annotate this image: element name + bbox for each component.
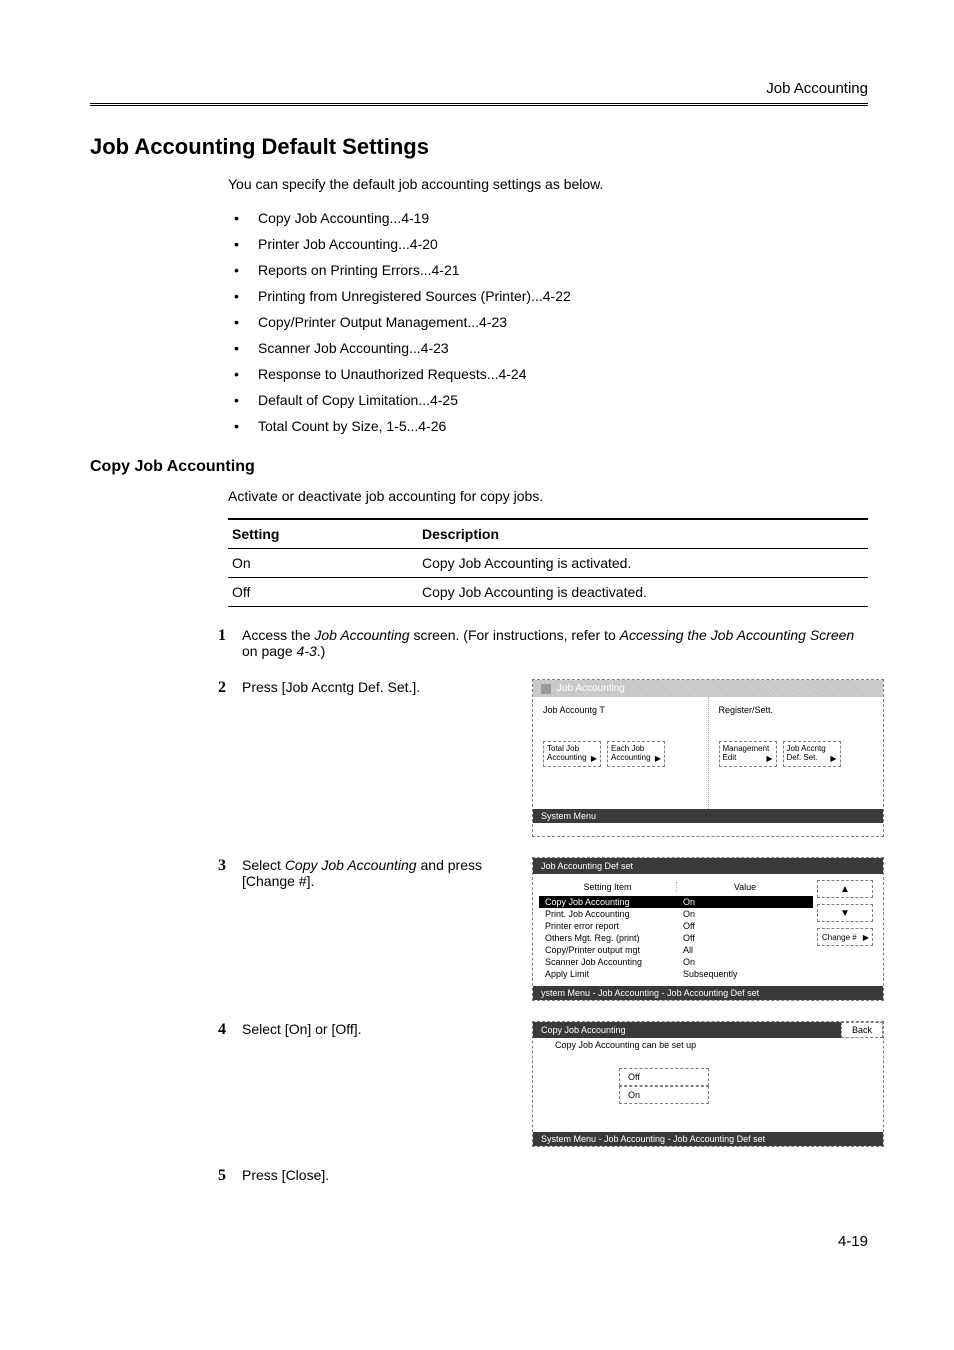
figure-copy-job-accounting-screen: Copy Job Accounting Back Copy Job Accoun…: [532, 1021, 884, 1147]
toc-item: Copy/Printer Output Management...4-23: [228, 314, 868, 330]
step-text: Access the Job Accounting screen. (For i…: [242, 627, 868, 659]
step-number: 3: [208, 857, 226, 1001]
list-item[interactable]: Copy/Printer output mgtAll: [539, 944, 813, 956]
triangle-down-icon: ▼: [840, 908, 850, 919]
toc-item: Printing from Unregistered Sources (Prin…: [228, 288, 868, 304]
table-cell: Off: [228, 578, 418, 607]
table-header-description: Description: [418, 519, 868, 549]
step-number: 2: [208, 679, 226, 837]
triangle-up-icon: ▲: [840, 884, 850, 895]
panel-footer: System Menu: [533, 809, 883, 823]
panel-footer: ystem Menu - Job Accounting - Job Accoun…: [533, 986, 883, 1000]
list-item[interactable]: Others Mgt. Reg. (print)Off: [539, 932, 813, 944]
section-intro: Activate or deactivate job accounting fo…: [228, 488, 868, 504]
management-edit-button[interactable]: Management Edit▶: [719, 741, 777, 767]
back-button[interactable]: Back: [841, 1022, 883, 1038]
step-text: Press [Job Accntg Def. Set.].: [242, 679, 516, 837]
list-item[interactable]: Apply LimitSubsequently: [539, 968, 813, 980]
toc-item: Response to Unauthorized Requests...4-24: [228, 366, 868, 382]
change-button[interactable]: Change #▶: [817, 928, 873, 946]
off-option-button[interactable]: Off: [619, 1068, 709, 1086]
step-text: Select Copy Job Accounting and press [Ch…: [242, 857, 516, 1001]
step-number: 4: [208, 1021, 226, 1147]
section-heading: Copy Job Accounting: [90, 458, 868, 476]
chevron-right-icon: ▶: [863, 933, 869, 942]
intro-text: You can specify the default job accounti…: [228, 176, 868, 192]
list-item[interactable]: Printer error reportOff: [539, 920, 813, 932]
window-icon: [541, 684, 551, 694]
list-item[interactable]: Print. Job AccountingOn: [539, 908, 813, 920]
job-accntg-def-set-button[interactable]: Job Accntg Def. Set.▶: [783, 741, 841, 767]
toc-list: Copy Job Accounting...4-19 Printer Job A…: [228, 210, 868, 434]
total-job-accounting-button[interactable]: Total Job Accounting▶: [543, 741, 601, 767]
table-cell: On: [228, 549, 418, 578]
list-item[interactable]: Scanner Job AccountingOn: [539, 956, 813, 968]
table-cell: Copy Job Accounting is activated.: [418, 549, 868, 578]
on-option-button[interactable]: On: [619, 1086, 709, 1104]
chevron-right-icon: ▶: [655, 755, 661, 764]
toc-item: Total Count by Size, 1-5...4-26: [228, 418, 868, 434]
table-header-setting: Setting: [228, 519, 418, 549]
settings-table: Setting Description On Copy Job Accounti…: [228, 518, 868, 607]
scroll-down-button[interactable]: ▼: [817, 904, 873, 922]
column-header-value: Value: [677, 882, 813, 892]
panel-subtitle: Copy Job Accounting can be set up: [533, 1038, 883, 1068]
figure-job-accounting-screen: Job Accounting Job Accountg T Total Job …: [532, 679, 884, 837]
running-head: Job Accounting: [90, 80, 868, 97]
step-text: Press [Close].: [242, 1167, 868, 1185]
toc-item: Reports on Printing Errors...4-21: [228, 262, 868, 278]
page-number: 4-19: [90, 1233, 868, 1250]
panel-label: Job Accountg T: [543, 705, 698, 715]
step-text: Select [On] or [Off].: [242, 1021, 516, 1147]
chevron-right-icon: ▶: [830, 755, 836, 764]
page-title: Job Accounting Default Settings: [90, 134, 868, 160]
step-number: 1: [208, 627, 226, 659]
column-header-setting-item: Setting Item: [539, 882, 677, 892]
each-job-accounting-button[interactable]: Each Job Accounting▶: [607, 741, 665, 767]
toc-item: Printer Job Accounting...4-20: [228, 236, 868, 252]
chevron-right-icon: ▶: [766, 755, 772, 764]
step-number: 5: [208, 1167, 226, 1185]
header-rule: [90, 103, 868, 106]
toc-item: Default of Copy Limitation...4-25: [228, 392, 868, 408]
panel-footer: System Menu - Job Accounting - Job Accou…: [533, 1132, 883, 1146]
list-item[interactable]: Copy Job AccountingOn: [539, 896, 813, 908]
panel-label: Register/Sett.: [719, 705, 874, 715]
chevron-right-icon: ▶: [591, 755, 597, 764]
panel-title: Copy Job Accounting: [533, 1022, 841, 1038]
figure-def-set-screen: Job Accounting Def set Setting Item Valu…: [532, 857, 884, 1001]
toc-item: Copy Job Accounting...4-19: [228, 210, 868, 226]
scroll-up-button[interactable]: ▲: [817, 880, 873, 898]
panel-title: Job Accounting Def set: [533, 858, 883, 874]
toc-item: Scanner Job Accounting...4-23: [228, 340, 868, 356]
panel-title: Job Accounting: [557, 683, 625, 694]
table-cell: Copy Job Accounting is deactivated.: [418, 578, 868, 607]
